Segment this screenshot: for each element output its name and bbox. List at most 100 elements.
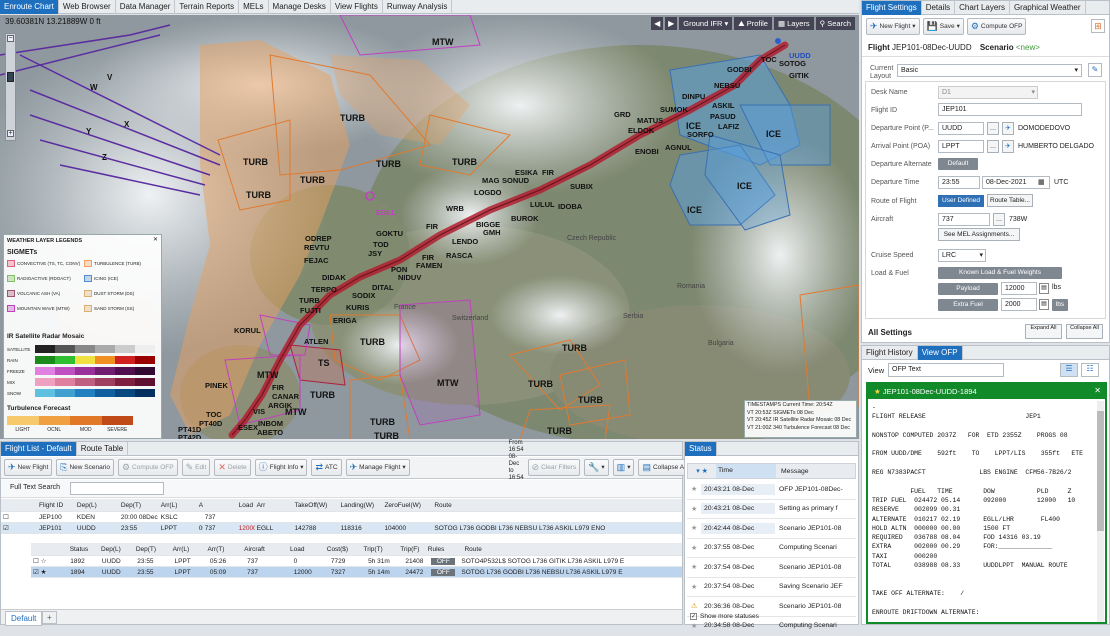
add-tab-button[interactable]: + — [42, 611, 57, 624]
clear-filters-button[interactable]: ⊘Clear Filters — [528, 459, 581, 476]
status-msg-header[interactable]: Message — [776, 468, 855, 475]
edit-layout-icon[interactable]: ✎ — [1088, 63, 1102, 77]
flight-row[interactable]: ☐JEP100KDEN20:00 08DecKSLC737 — [1, 512, 682, 523]
status-time-header[interactable]: Time — [716, 464, 776, 478]
compute-ofp-button[interactable]: ⚙Compute OFP — [118, 459, 178, 476]
arrival-plane-icon[interactable]: ✈ — [1002, 140, 1014, 153]
layout-select[interactable]: Basic▾ — [897, 64, 1082, 77]
tab-data-manager[interactable]: Data Manager — [116, 0, 176, 14]
tab-default[interactable]: Default — [5, 611, 42, 626]
ofp-view-select[interactable]: OFP Text — [888, 363, 1004, 377]
arrival-input[interactable] — [938, 140, 984, 153]
zoom-handle[interactable] — [7, 72, 14, 82]
airport-label[interactable]: UUDD — [789, 51, 811, 60]
scenario-row[interactable]: ☑ ★1894UUDD23:55LPPT05:097371200073275h … — [31, 567, 682, 578]
status-row[interactable]: ★20:37:54 08-DecSaving Scenario JEF — [687, 578, 856, 598]
ofp-scrollbar[interactable] — [1097, 401, 1104, 622]
tab-runway-analysis[interactable]: Runway Analysis — [383, 0, 452, 14]
search-button[interactable]: ⚲ Search — [816, 17, 855, 30]
settings-new-flight-button[interactable]: ✈New Flight ▾ — [866, 18, 920, 35]
ofp-close-icon[interactable]: ✕ — [1094, 386, 1101, 395]
route-table-button[interactable]: Route Table... — [987, 194, 1033, 207]
new-flight-button[interactable]: ✈New Flight — [4, 459, 52, 476]
tab-flight-list[interactable]: Flight List - Default — [1, 442, 77, 456]
scenario-row[interactable]: ☐ ☆1892UUDD23:55LPPT05:26737077295h 31m2… — [31, 556, 682, 567]
zoom-out-icon[interactable]: − — [7, 35, 14, 42]
weather-area-label: TURB — [376, 159, 401, 169]
aircraft-lookup-button[interactable]: … — [993, 213, 1005, 226]
grid-cell[interactable]: OFF — [431, 569, 455, 576]
zoom-slider[interactable]: − + — [5, 33, 16, 141]
cruise-speed-select[interactable]: LRC▾ — [938, 249, 986, 262]
tab-manage-desks[interactable]: Manage Desks — [269, 0, 331, 14]
user-defined-button[interactable]: User Defined — [938, 195, 984, 207]
show-more-statuses[interactable]: ✓ Show more statuses — [690, 613, 759, 620]
scenario-header-row[interactable]: StatusDep(L)Dep(T)Arr(L)Arr(T)AircraftLo… — [31, 543, 682, 556]
tab-web-browser[interactable]: Web Browser — [59, 0, 116, 14]
extra-fuel-input[interactable] — [1001, 298, 1037, 311]
show-more-checkbox[interactable]: ✓ — [690, 613, 697, 620]
grid-cell[interactable]: OFF — [431, 558, 455, 565]
desk-name-select[interactable]: D1▾ — [938, 86, 1038, 99]
flight-id-input[interactable] — [938, 103, 1082, 116]
ground-ifr-select[interactable]: Ground IFR ▾ — [679, 17, 732, 30]
departure-time-input[interactable] — [938, 176, 980, 189]
tab-flight-settings[interactable]: Flight Settings — [862, 1, 922, 15]
next-icon[interactable]: ▶ — [665, 17, 677, 30]
edit-button[interactable]: ✎Edit — [182, 459, 211, 476]
tab-view-flights[interactable]: View Flights — [331, 0, 383, 14]
tab-status[interactable]: Status — [685, 442, 717, 456]
status-row[interactable]: ★20:37:55 08-DecComputing Scenari — [687, 539, 856, 559]
profile-button[interactable]: ⛰ Profile — [734, 17, 772, 30]
detail-view-icon[interactable]: ☷ — [1081, 363, 1099, 377]
known-load-fuel-button[interactable]: Known Load & Fuel Weights — [938, 267, 1062, 279]
status-row[interactable]: ★20:42:44 08-DecScenario JEP101-08 — [687, 519, 856, 539]
status-row[interactable]: ★20:37:54 08-DecScenario JEP101-08 — [687, 558, 856, 578]
payload-calc-icon[interactable]: ▤ — [1039, 283, 1049, 294]
tab-graphical-weather[interactable]: Graphical Weather — [1010, 1, 1086, 15]
grid-header-row[interactable]: Flight IDDep(L)Dep(T)Arr(L)Arr(T)LoadArr… — [1, 499, 682, 512]
flight-info-button[interactable]: ⓘFlight Info ▾ — [255, 459, 308, 476]
default-alternate-button[interactable]: Default — [938, 158, 978, 170]
tab-mels[interactable]: MELs — [239, 0, 268, 14]
zoom-in-icon[interactable]: + — [7, 130, 14, 137]
delete-button[interactable]: ✕Delete — [214, 459, 250, 476]
airport-label[interactable]: EGLL — [376, 208, 396, 217]
status-row[interactable]: ★20:43:21 08-DecOFP JEP101-08Dec- — [687, 480, 856, 500]
tab-flight-history[interactable]: Flight History — [862, 346, 918, 360]
list-view-icon[interactable]: ☰ — [1060, 363, 1078, 377]
collapse-all-settings-button[interactable]: Collapse All — [1066, 324, 1103, 339]
tab-details[interactable]: Details — [922, 1, 955, 15]
new-scenario-button[interactable]: ⎘New Scenario — [56, 459, 114, 476]
prev-icon[interactable]: ◀ — [651, 17, 663, 30]
expand-all-button[interactable]: Expand All — [1025, 324, 1062, 339]
atc-button[interactable]: ⇄ATC — [311, 459, 341, 476]
departure-plane-icon[interactable]: ✈ — [1002, 122, 1014, 135]
tab-route-table[interactable]: Route Table — [77, 442, 129, 456]
settings-compute-button[interactable]: ⚙Compute OFP — [967, 18, 1027, 35]
extra-fuel-calc-icon[interactable]: ▤ — [1039, 299, 1049, 310]
arrival-lookup-button[interactable]: … — [987, 140, 999, 153]
aircraft-input[interactable] — [938, 213, 990, 226]
tools-button[interactable]: 🔧 ▾ — [584, 459, 608, 476]
payload-input[interactable] — [1001, 282, 1037, 295]
manage-flight-button[interactable]: ✈Manage Flight ▾ — [346, 459, 410, 476]
add-panel-icon[interactable]: ⊞ — [1091, 19, 1105, 33]
departure-lookup-button[interactable]: … — [987, 122, 999, 135]
settings-save-button[interactable]: 💾Save ▾ — [923, 18, 964, 35]
mel-assignments-button[interactable]: See MEL Assignments... — [938, 228, 1020, 241]
flight-row[interactable]: ☑JEP101UUDD23:55LPPT05:0973712000EGLL142… — [1, 523, 682, 534]
legend-close-icon[interactable]: ✕ — [153, 236, 158, 243]
calendar-icon[interactable]: ▦ — [1038, 178, 1045, 186]
enroute-map[interactable]: MTWTURBTURBTURBTURBTURBTURBTURBMTWTSTURB… — [0, 15, 859, 439]
status-row[interactable]: ★20:43:21 08-DecSetting as primary f — [687, 500, 856, 520]
departure-input[interactable] — [938, 122, 984, 135]
full-text-input[interactable] — [70, 482, 164, 495]
tab-enroute-chart[interactable]: Enroute Chart — [0, 0, 59, 14]
columns-button[interactable]: ▥ ▾ — [613, 459, 635, 476]
ofp-scroll-thumb[interactable] — [1097, 411, 1104, 531]
tab-terrain-reports[interactable]: Terrain Reports — [175, 0, 239, 14]
tab-chart-layers[interactable]: Chart Layers — [955, 1, 1010, 15]
layers-button[interactable]: ▦ Layers — [774, 17, 814, 30]
tab-view-ofp[interactable]: View OFP — [918, 346, 963, 360]
